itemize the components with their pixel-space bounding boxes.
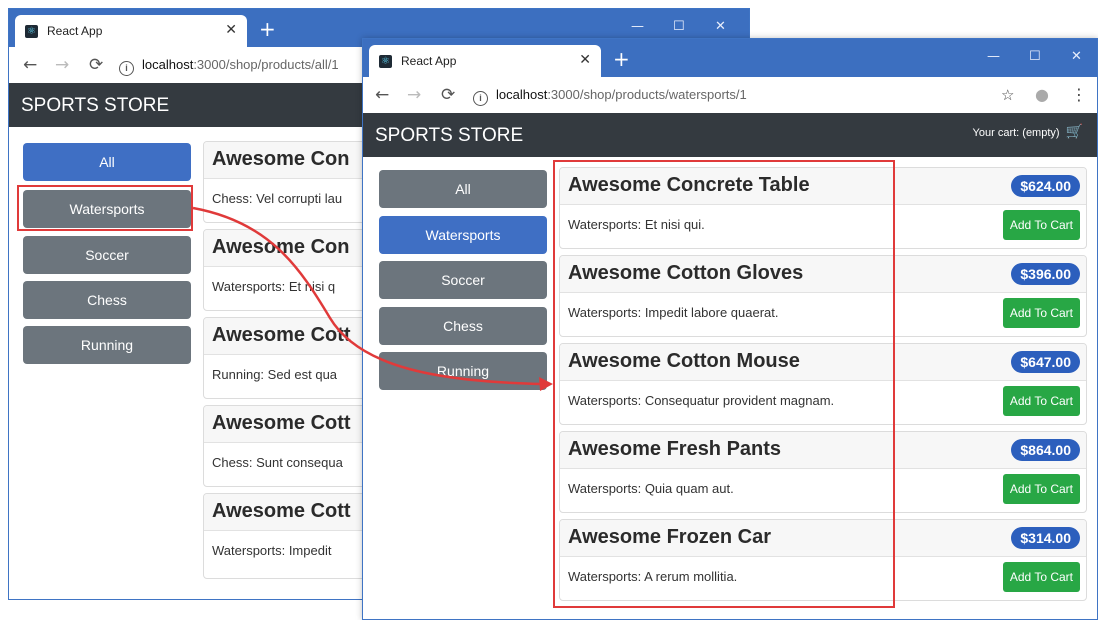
account-icon[interactable]: ●: [1035, 85, 1049, 104]
product-name: Awesome Con: [212, 236, 350, 258]
store-header: SPORTS STORE Your cart: (empty) 🛒: [363, 113, 1097, 157]
minimize-icon[interactable]: —: [631, 19, 644, 34]
store-brand[interactable]: SPORTS STORE: [375, 125, 523, 147]
back-arrow-icon[interactable]: ←: [375, 85, 389, 105]
title-bar: ⚛ React App ✕ + — ☐ ✕: [363, 39, 1097, 77]
url-field[interactable]: i localhost:3000/shop/products/watersport…: [473, 87, 747, 106]
product-name: Awesome Cott: [212, 324, 351, 346]
add-to-cart-button[interactable]: Add To Cart: [1002, 474, 1080, 504]
add-to-cart-button[interactable]: Add To Cart: [1002, 562, 1080, 592]
add-to-cart-button[interactable]: Add To Cart: [1002, 298, 1080, 328]
maximize-icon[interactable]: ☐: [1029, 49, 1041, 64]
category-button-running[interactable]: Running: [23, 326, 191, 364]
url-field[interactable]: i localhost:3000/shop/products/all/1: [119, 57, 339, 76]
star-icon[interactable]: ☆: [1001, 86, 1014, 104]
forward-arrow-icon[interactable]: →: [407, 85, 421, 105]
category-button-all[interactable]: All: [23, 143, 191, 181]
store-brand[interactable]: SPORTS STORE: [21, 95, 169, 117]
add-to-cart-button[interactable]: Add To Cart: [1002, 210, 1080, 240]
product-list-highlight-box: [553, 160, 895, 608]
plus-icon[interactable]: +: [613, 47, 630, 71]
url-host: localhost: [142, 57, 194, 72]
watersports-highlight-box: [17, 185, 193, 231]
category-button-watersports[interactable]: Watersports: [379, 216, 547, 254]
tab-title: React App: [401, 54, 457, 68]
product-name: Awesome Cott: [212, 500, 351, 522]
product-description: Watersports: Et nisi q: [212, 279, 336, 294]
product-description: Watersports: Impedit: [212, 543, 332, 558]
maximize-icon[interactable]: ☐: [673, 19, 685, 34]
cart-summary[interactable]: Your cart: (empty) 🛒: [973, 123, 1083, 140]
category-button-soccer[interactable]: Soccer: [379, 261, 547, 299]
info-icon[interactable]: i: [473, 91, 488, 106]
window-close-icon[interactable]: ✕: [1071, 49, 1082, 64]
window-close-icon[interactable]: ✕: [715, 19, 726, 34]
address-bar: ← → ⟳ i localhost:3000/shop/products/wate…: [363, 77, 1097, 113]
url-path: :3000/shop/products/watersports/1: [547, 87, 747, 102]
category-button-chess[interactable]: Chess: [379, 307, 547, 345]
tab-title: React App: [47, 24, 103, 38]
cart-summary-text: Your cart: (empty): [972, 127, 1060, 139]
plus-icon[interactable]: +: [259, 17, 276, 41]
product-name: Awesome Cott: [212, 412, 351, 434]
close-icon[interactable]: ✕: [579, 52, 591, 68]
reload-icon[interactable]: ⟳: [441, 85, 455, 105]
url-host: localhost: [496, 87, 548, 102]
menu-dots-icon[interactable]: ⋮: [1071, 85, 1087, 104]
product-description: Chess: Vel corrupti lau: [212, 191, 343, 206]
price-badge: $624.00: [1011, 175, 1080, 197]
close-icon[interactable]: ✕: [225, 22, 237, 38]
url-path: :3000/shop/products/all/1: [193, 57, 339, 72]
cart-icon[interactable]: 🛒: [1066, 123, 1083, 139]
forward-arrow-icon[interactable]: →: [55, 55, 69, 75]
react-favicon-icon: ⚛: [25, 25, 38, 38]
product-description: Running: Sed est qua: [212, 367, 338, 382]
category-button-running[interactable]: Running: [379, 352, 547, 390]
price-badge: $864.00: [1011, 439, 1080, 461]
price-badge: $647.00: [1011, 351, 1080, 373]
browser-tab[interactable]: ⚛ React App ✕: [15, 15, 247, 47]
product-name: Awesome Con: [212, 148, 350, 170]
minimize-icon[interactable]: —: [987, 49, 1000, 64]
info-icon[interactable]: i: [119, 61, 134, 76]
category-button-soccer[interactable]: Soccer: [23, 236, 191, 274]
price-badge: $396.00: [1011, 263, 1080, 285]
browser-tab[interactable]: ⚛ React App ✕: [369, 45, 601, 77]
product-description: Chess: Sunt consequa: [212, 455, 343, 470]
price-badge: $314.00: [1011, 527, 1080, 549]
category-button-chess[interactable]: Chess: [23, 281, 191, 319]
category-button-all[interactable]: All: [379, 170, 547, 208]
back-arrow-icon[interactable]: ←: [23, 55, 37, 75]
react-favicon-icon: ⚛: [379, 55, 392, 68]
reload-icon[interactable]: ⟳: [89, 55, 103, 75]
add-to-cart-button[interactable]: Add To Cart: [1002, 386, 1080, 416]
